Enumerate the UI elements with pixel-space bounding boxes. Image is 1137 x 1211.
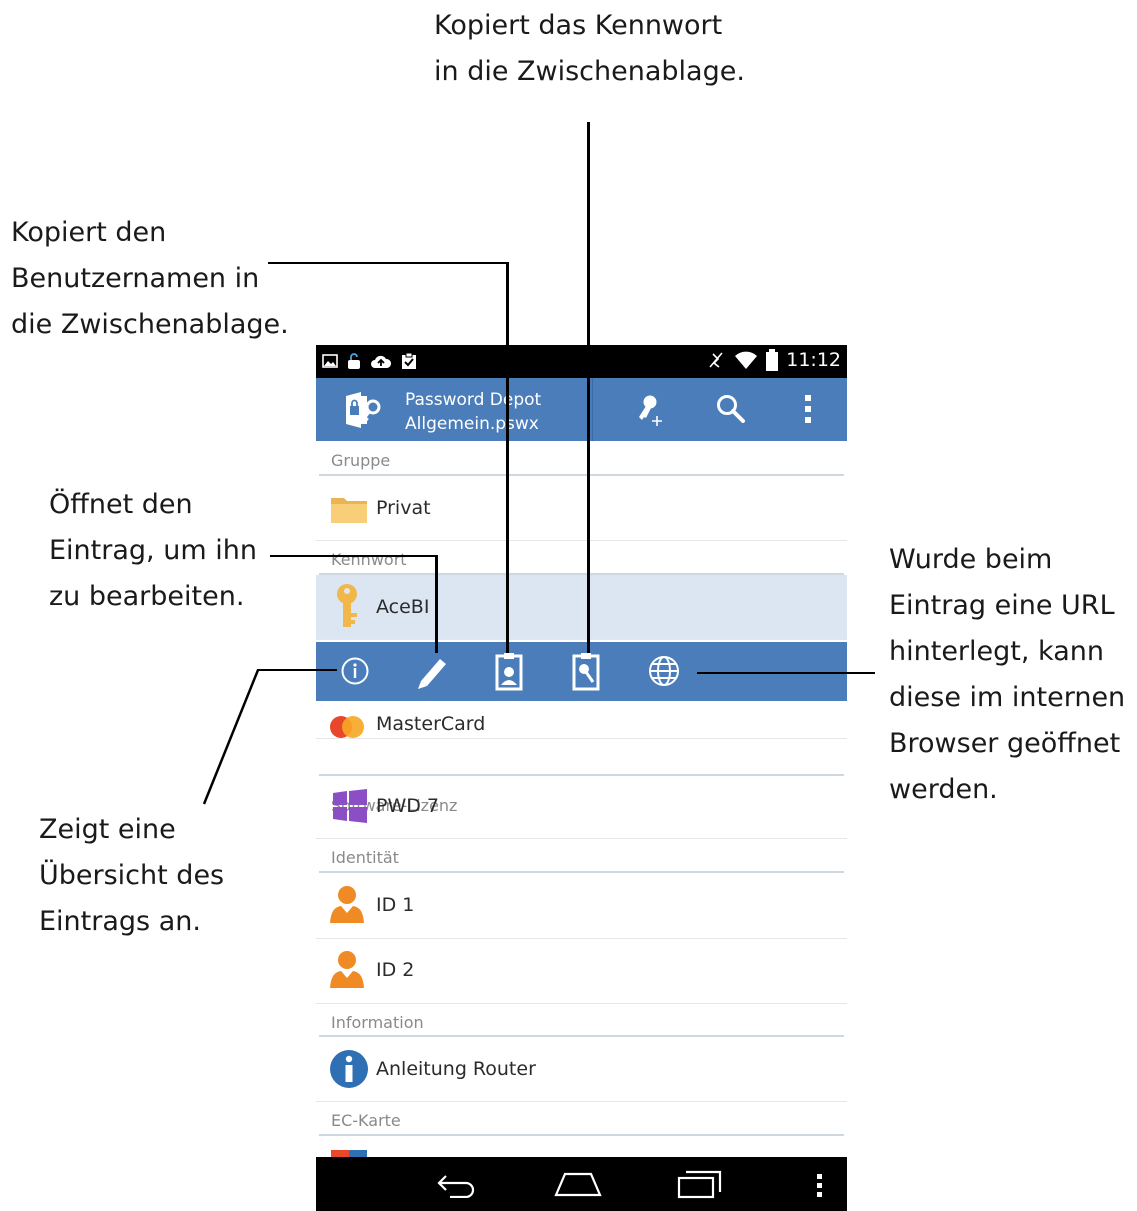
add-key-icon[interactable]	[634, 393, 668, 427]
person-icon	[330, 886, 364, 923]
leader-edit-horizontal	[270, 555, 437, 557]
callout-line: hinterlegt, kann	[889, 636, 1104, 667]
section-header-information: Information	[316, 1003, 847, 1037]
section-title: Gruppe	[331, 451, 391, 470]
item-label: ID 1	[376, 894, 415, 916]
menu-icon[interactable]	[816, 1173, 824, 1199]
leader-edit-vertical	[435, 555, 438, 653]
callout-line: Kopiert den	[11, 217, 167, 248]
image-icon	[322, 354, 338, 368]
leader-overview-diagonal	[202, 669, 260, 805]
list-item-pwd7[interactable]: PWD 7	[316, 774, 847, 839]
app-name: Password Depot	[405, 390, 542, 410]
copy-username-icon[interactable]	[495, 651, 523, 691]
globe-icon[interactable]	[648, 655, 680, 687]
leader-url-horizontal	[697, 672, 875, 674]
callout-line: Eintrags an.	[39, 906, 201, 937]
overflow-menu-icon[interactable]	[800, 393, 816, 427]
vibrate-off-icon	[709, 352, 723, 368]
key-icon	[337, 584, 357, 627]
search-icon[interactable]	[714, 393, 748, 427]
battery-icon	[766, 349, 779, 371]
info-icon[interactable]	[340, 656, 370, 686]
lock-icon	[348, 353, 360, 369]
person-icon	[330, 951, 364, 988]
item-label: Privat	[376, 497, 431, 519]
folder-icon	[331, 498, 367, 523]
callout-line: Zeigt eine	[39, 814, 176, 845]
section-divider-software-license	[316, 738, 847, 776]
item-label: PWD 7	[376, 795, 440, 817]
section-title: EC-Karte	[331, 1111, 401, 1130]
callout-line: Übersicht des	[39, 860, 225, 891]
callout-line: Eintrag, um ihn	[49, 535, 257, 566]
callout-line: Kopiert das Kennwort	[434, 10, 723, 41]
password-depot-logo-icon	[346, 392, 381, 428]
list-item-id2[interactable]: ID 2	[316, 938, 847, 1004]
windows-logo-icon	[333, 789, 367, 823]
leader-overview-horizontal	[257, 669, 337, 671]
callout-line: Wurde beim	[889, 544, 1053, 575]
section-title: Information	[331, 1013, 424, 1032]
pencil-icon[interactable]	[414, 653, 450, 691]
database-name: Allgemein.pswx	[405, 414, 539, 434]
item-label: AceBI	[376, 596, 430, 618]
callout-line: in die Zwischenablage.	[434, 56, 745, 87]
section-title: Kennwort	[331, 550, 407, 569]
callout-copy-username: Kopiert den Benutzernamen in die Zwische…	[11, 210, 289, 348]
section-header-password: Kennwort	[316, 540, 847, 575]
callout-line: diese im internen	[889, 682, 1126, 713]
leader-username-vertical	[506, 262, 509, 653]
callout-overview: Zeigt eine Übersicht des Eintrags an.	[39, 807, 224, 945]
callout-edit-entry: Öffnet den Eintrag, um ihn zu bearbeiten…	[49, 482, 257, 620]
callout-line: werden.	[889, 774, 998, 805]
list-item-id1[interactable]: ID 1	[316, 873, 847, 939]
leader-password-vertical	[587, 122, 590, 653]
callout-line: Eintrag eine URL	[889, 590, 1115, 621]
list-item-privat[interactable]: Privat	[316, 476, 847, 541]
app-bar-divider	[592, 378, 593, 441]
recent-apps-icon[interactable]	[676, 1170, 722, 1200]
list-item-anleitung-router[interactable]: Anleitung Router	[316, 1037, 847, 1102]
list-item-acebi[interactable]: AceBI	[316, 575, 847, 640]
back-icon[interactable]	[436, 1172, 478, 1198]
section-header-ec-card: EC-Karte	[316, 1101, 847, 1136]
item-label: Anleitung Router	[376, 1058, 536, 1080]
callout-open-url: Wurde beim Eintrag eine URL hinterlegt, …	[889, 537, 1125, 813]
clipboard-check-icon	[402, 352, 416, 369]
app-bar: Password Depot Allgemein.pswx	[316, 378, 847, 441]
callout-line: Öffnet den	[49, 489, 193, 520]
section-header-group: Gruppe	[316, 441, 847, 476]
app-title: Password Depot Allgemein.pswx	[405, 388, 541, 436]
status-time: 11:12	[786, 349, 841, 371]
section-header-identity: Identität	[316, 838, 847, 873]
callout-line: die Zwischenablage.	[11, 309, 289, 340]
callout-line: Browser geöffnet	[889, 728, 1121, 759]
copy-password-icon[interactable]	[572, 651, 600, 691]
section-title: Identität	[331, 848, 399, 867]
info-icon	[330, 1050, 368, 1088]
leader-username-horizontal	[268, 262, 508, 264]
cloud-upload-icon	[371, 355, 392, 368]
item-label: ID 2	[376, 959, 415, 981]
callout-line: Benutzernamen in	[11, 263, 260, 294]
system-nav-bar	[316, 1157, 847, 1211]
wifi-icon	[735, 351, 758, 369]
phone-screen: 11:12 Password Depot Allgemein.pswx Grup…	[316, 345, 847, 1211]
callout-line: zu bearbeiten.	[49, 581, 245, 612]
credit-card-icon	[330, 716, 364, 738]
callout-copy-password: Kopiert das Kennwort in die Zwischenabla…	[434, 3, 745, 95]
home-icon[interactable]	[553, 1171, 603, 1197]
status-bar: 11:12	[316, 345, 847, 378]
entry-list: Gruppe Privat Kennwort AceBI MasterCard …	[316, 441, 847, 1162]
list-item-partial[interactable]	[316, 1136, 847, 1162]
